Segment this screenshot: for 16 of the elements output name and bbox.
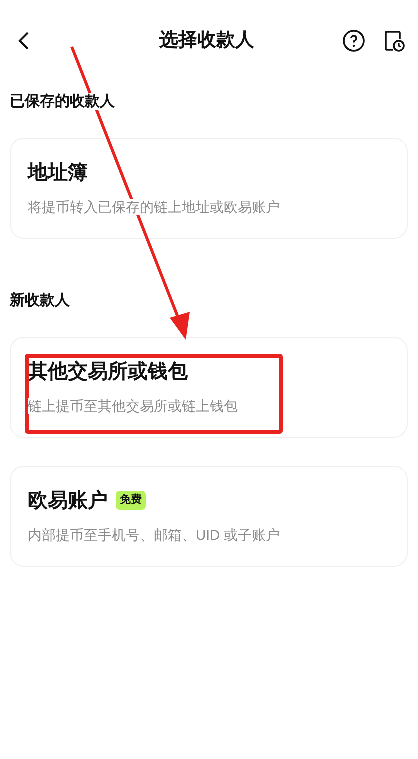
option-card[interactable]: 地址簿 将提币转入已保存的链上地址或欧易账户 bbox=[10, 138, 408, 239]
option-description: 内部提币至手机号、邮箱、UID 或子账户 bbox=[28, 526, 280, 542]
help-icon[interactable] bbox=[342, 29, 366, 53]
option-title: 其他交易所或钱包 bbox=[28, 360, 188, 384]
history-icon[interactable] bbox=[382, 29, 406, 53]
option-title: 欧易账户 bbox=[28, 488, 108, 514]
page-title: 选择收款人 bbox=[160, 28, 254, 53]
option-description: 链上提币至其他交易所或链上钱包 bbox=[28, 398, 238, 414]
option-card[interactable]: 其他交易所或钱包 链上提币至其他交易所或链上钱包 bbox=[10, 337, 408, 438]
option-description: 将提币转入已保存的链上地址或欧易账户 bbox=[28, 198, 280, 214]
option-card[interactable]: 欧易账户 免费 内部提币至手机号、邮箱、UID 或子账户 bbox=[10, 466, 408, 567]
back-icon[interactable] bbox=[17, 31, 31, 51]
option-title: 地址簿 bbox=[28, 160, 88, 186]
section-label: 已保存的收款人 bbox=[10, 93, 115, 110]
section-label: 新收款人 bbox=[10, 292, 70, 309]
free-badge: 免费 bbox=[116, 491, 146, 510]
